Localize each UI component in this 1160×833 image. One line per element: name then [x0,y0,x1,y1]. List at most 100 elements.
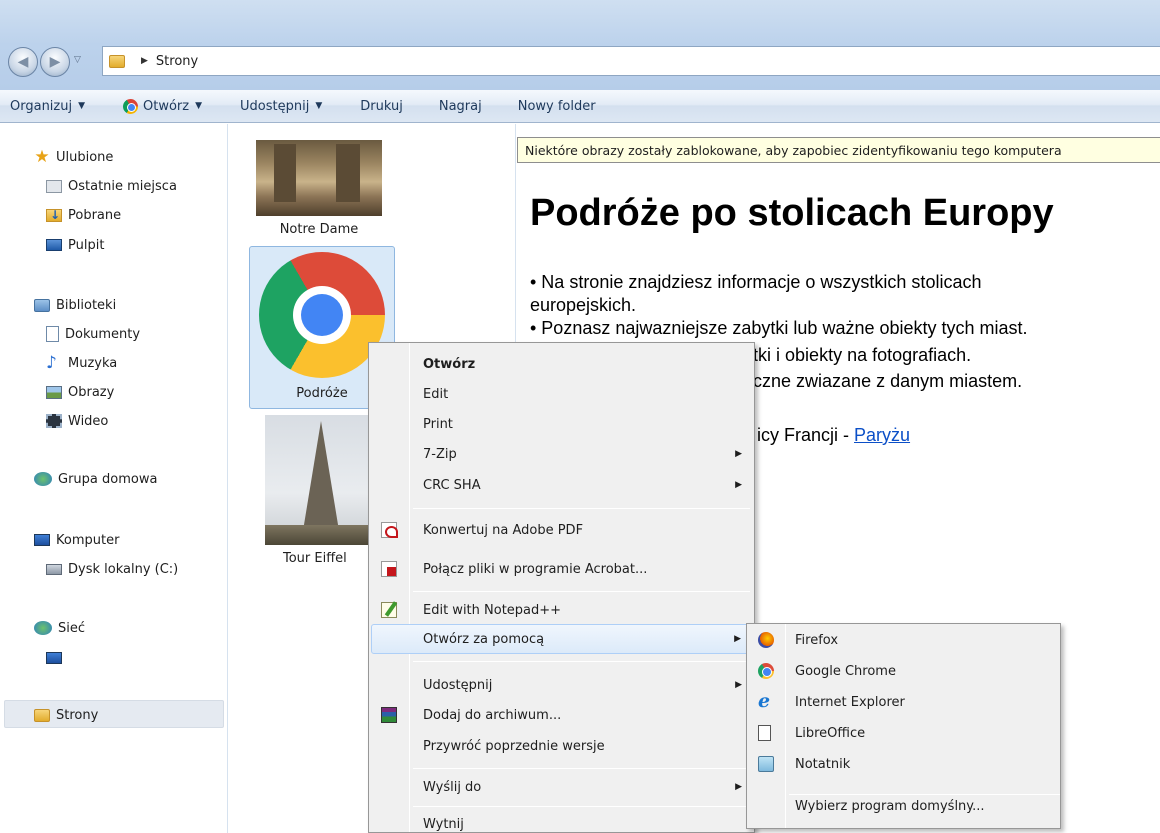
library-icon [34,298,50,312]
nav-network-computer[interactable] [46,647,68,669]
menu-item-open[interactable]: Otwórz [371,351,752,377]
blocked-images-infobar[interactable]: Niektóre obrazy zostały zablokowane, aby… [517,137,1160,163]
preview-bullet-2: • Poznasz najwazniejsze zabytki lub ważn… [530,318,1028,338]
menu-item-add-to-archive[interactable]: Dodaj do archiwum... [371,702,752,728]
menu-separator [413,591,750,592]
file-label-tour-eiffel[interactable]: Tour Eiffel [265,551,361,566]
nav-computer[interactable]: Komputer [34,529,119,551]
chevron-down-icon: ▼ [195,101,203,111]
open-button[interactable]: Otwórz ▼ [113,90,212,123]
nav-label: Grupa domowa [58,471,158,487]
menu-item-convert-pdf[interactable]: Konwertuj na Adobe PDF [371,517,752,543]
menu-item-label: Konwertuj na Adobe PDF [423,522,584,538]
menu-item-label: Firefox [795,632,839,648]
submenu-item-libreoffice[interactable]: LibreOffice [749,718,1058,748]
menu-item-restore-versions[interactable]: Przywróć poprzednie wersje [371,733,752,759]
nav-label: Dysk lokalny (C:) [68,561,179,577]
back-button[interactable]: ◀ [8,47,38,77]
breadcrumb-separator-icon[interactable]: ▶ [141,56,148,66]
address-field[interactable]: ▶ Strony [102,46,1160,76]
preview-page-title: Podróże po stolicach Europy [530,192,1054,234]
organize-button[interactable]: Organizuj ▼ [0,90,95,123]
menu-item-label: CRC SHA [423,477,481,493]
menu-item-print[interactable]: Print [371,411,752,437]
submenu-item-firefox[interactable]: Firefox [749,625,1058,655]
preview-bullet-1b: europejskich. [530,295,637,315]
menu-item-label: Otwórz [423,356,476,372]
menu-item-share[interactable]: Udostępnij ▶ [371,672,752,698]
menu-item-label: 7-Zip [423,446,457,462]
menu-item-notepad-plus[interactable]: Edit with Notepad++ [371,597,752,623]
chrome-html-file-icon[interactable] [259,252,385,378]
share-button[interactable]: Udostępnij ▼ [230,90,332,123]
menu-item-label: Połącz pliki w programie Acrobat... [423,561,648,577]
address-bar-area: ◀ ▶ ▽ ▶ Strony [0,0,1160,90]
nav-downloads[interactable]: Pobrane [46,204,121,226]
menu-separator [413,508,750,509]
submenu-item-chrome[interactable]: Google Chrome [749,656,1058,686]
recent-places-icon [46,179,62,193]
nav-video[interactable]: Wideo [46,410,108,432]
nav-recent-places[interactable]: Ostatnie miejsca [46,175,177,197]
context-menu: Otwórz Edit Print 7-Zip ▶ CRC SHA ▶ Konwer… [368,342,755,833]
submenu-arrow-icon: ▶ [735,449,742,459]
nav-label: Dokumenty [65,326,141,342]
share-label: Udostępnij [240,98,310,114]
pictures-icon [46,385,62,399]
command-bar: Organizuj ▼ Otwórz ▼ Udostępnij ▼ Drukuj Na… [0,90,1160,123]
nav-label: Komputer [56,532,120,548]
submenu-item-choose-default[interactable]: Wybierz program domyślny... [749,791,1058,821]
tour-eiffel-thumbnail[interactable] [265,415,377,545]
menu-item-crc-sha[interactable]: CRC SHA ▶ [371,472,752,498]
nav-music[interactable]: ♪ Muzyka [46,352,117,374]
file-label-notre-dame[interactable]: Notre Dame [256,222,382,237]
menu-item-send-to[interactable]: Wyślij do ▶ [371,774,752,800]
menu-separator [413,806,750,807]
nav-homegroup[interactable]: Grupa domowa [34,468,157,490]
nav-label: Ulubione [56,149,114,165]
notepad-icon [758,756,774,772]
forward-button[interactable]: ▶ [40,47,70,77]
downloads-icon [46,208,62,222]
paryz-link[interactable]: Paryżu [854,425,910,445]
submenu-arrow-icon: ▶ [735,480,742,490]
computer-icon [46,652,62,664]
acrobat-combine-icon [381,561,397,577]
submenu-arrow-icon: ▶ [734,634,741,644]
chevron-down-icon: ▼ [78,101,86,111]
new-folder-button[interactable]: Nowy folder [508,90,606,123]
menu-item-7zip[interactable]: 7-Zip ▶ [371,441,752,467]
menu-item-combine-acrobat[interactable]: Połącz pliki w programie Acrobat... [371,556,752,582]
libreoffice-icon [758,725,771,741]
breadcrumb-strony[interactable]: Strony [156,54,198,69]
file-label-podroze[interactable]: Podróże [259,386,385,401]
nav-local-disk[interactable]: Dysk lokalny (C:) [46,558,178,580]
nav-strony[interactable]: Strony [34,704,98,726]
menu-item-open-with[interactable]: Otwórz za pomocą ▶ [371,624,752,654]
submenu-item-internet-explorer[interactable]: e Internet Explorer [749,687,1058,717]
nav-favorites[interactable]: ★ Ulubione [34,146,113,168]
menu-item-cut[interactable]: Wytnij [371,811,752,832]
preview-bullet-1a: • Na stronie znajdziesz informacje o wsz… [530,272,982,292]
forward-arrow-icon: ▶ [49,54,61,70]
burn-button[interactable]: Nagraj [429,90,492,123]
nav-pictures[interactable]: Obrazy [46,381,114,403]
recent-pages-dropdown[interactable]: ▽ [74,55,81,65]
menu-item-label: Wytnij [423,816,464,832]
print-button[interactable]: Drukuj [350,90,413,123]
nav-libraries[interactable]: Biblioteki [34,294,116,316]
open-with-submenu: Firefox Google Chrome e Internet Explorer… [746,623,1061,829]
nav-documents[interactable]: Dokumenty [46,323,140,345]
notre-dame-thumbnail[interactable] [256,140,382,216]
submenu-item-notepad[interactable]: Notatnik [749,749,1058,779]
desktop-icon [46,239,62,251]
nav-desktop[interactable]: Pulpit [46,234,104,256]
menu-item-label: Google Chrome [795,663,896,679]
document-icon [46,326,59,342]
chevron-down-icon: ▼ [315,101,323,111]
submenu-arrow-icon: ▶ [735,680,742,690]
menu-item-label: Dodaj do archiwum... [423,707,562,723]
nav-label: Sieć [58,620,86,636]
menu-item-edit[interactable]: Edit [371,381,752,407]
nav-network[interactable]: Sieć [34,617,85,639]
